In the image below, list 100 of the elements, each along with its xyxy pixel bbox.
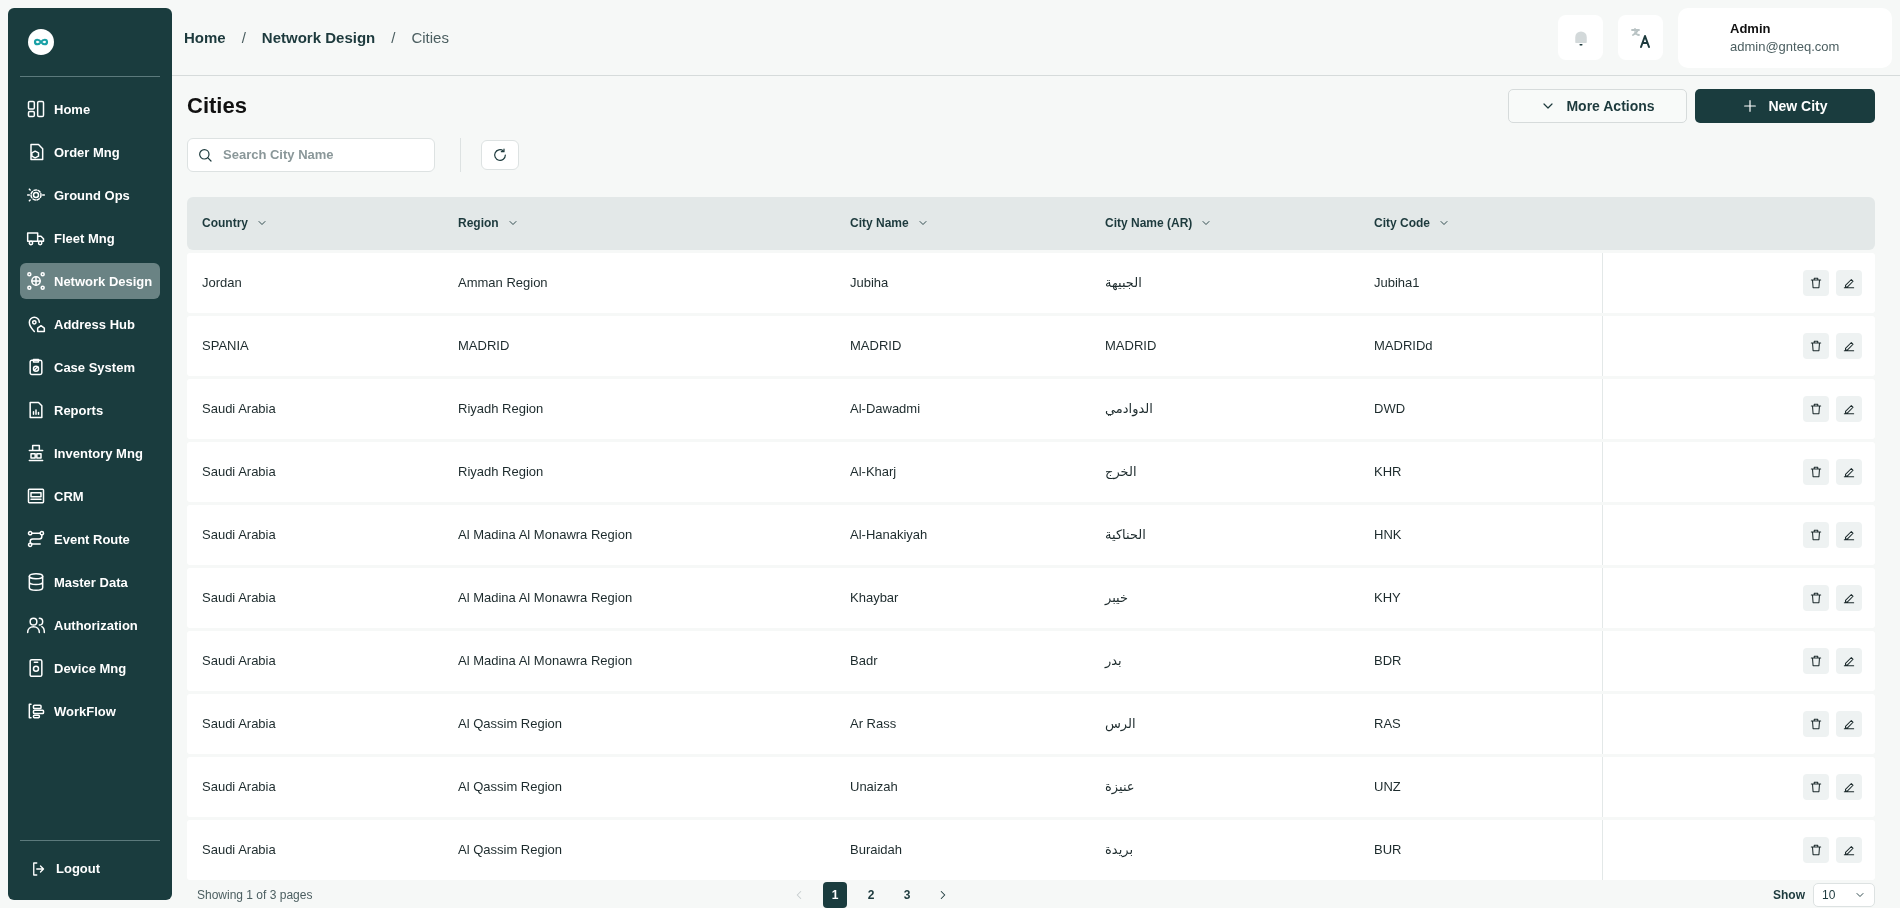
table-cell: UNZ — [1374, 779, 1401, 795]
breadcrumb-separator: / — [391, 29, 396, 46]
refresh-button[interactable] — [481, 139, 519, 170]
table-cell: KHY — [1374, 590, 1401, 606]
column-header[interactable]: Region — [458, 216, 499, 231]
workflow-icon — [26, 701, 46, 721]
edit-button[interactable] — [1836, 395, 1862, 422]
more-actions-button[interactable]: More Actions — [1508, 88, 1687, 123]
logout-button[interactable]: Logout — [30, 859, 101, 878]
delete-button[interactable] — [1803, 269, 1829, 296]
edit-button[interactable] — [1836, 773, 1862, 800]
delete-button[interactable] — [1803, 395, 1829, 422]
sidebar-item[interactable]: Device Mng — [20, 650, 160, 686]
table-cell: Al Madina Al Monawra Region — [458, 590, 633, 606]
sidebar-item[interactable]: Home — [20, 91, 160, 127]
table-cell: عنيزة — [1105, 779, 1135, 795]
sidebar-item[interactable]: Fleet Mng — [20, 220, 160, 256]
delete-button[interactable] — [1803, 710, 1829, 737]
column-header[interactable]: City Name (AR) — [1105, 216, 1193, 231]
edit-button[interactable] — [1836, 836, 1862, 863]
sidebar-item[interactable]: Authorization — [20, 607, 160, 643]
table-cell: Al Qassim Region — [458, 716, 563, 732]
table-cell: Al-Kharj — [850, 464, 897, 480]
table-cell: Saudi Arabia — [202, 653, 276, 669]
table-cell: Al Madina Al Monawra Region — [458, 653, 633, 669]
column-header[interactable]: Country — [202, 216, 248, 231]
edit-button[interactable] — [1836, 269, 1862, 296]
edit-button[interactable] — [1836, 710, 1862, 737]
location-pin-icon — [26, 314, 46, 334]
edit-button[interactable] — [1836, 332, 1862, 359]
delete-button[interactable] — [1803, 836, 1829, 863]
table-cell: خيبر — [1105, 590, 1129, 606]
network-icon — [26, 271, 46, 291]
clipboard-icon — [26, 357, 46, 377]
table-cell: Riyadh Region — [458, 464, 544, 480]
sidebar-item[interactable]: Address Hub — [20, 306, 160, 342]
delete-button[interactable] — [1803, 584, 1829, 611]
sidebar-item[interactable]: Inventory Mng — [20, 435, 160, 471]
breadcrumb-link[interactable]: Network Design — [261, 29, 376, 46]
table-cell: Buraidah — [850, 842, 903, 858]
search-field[interactable]: Search City Name — [187, 137, 435, 172]
delete-button[interactable] — [1803, 521, 1829, 548]
page-button[interactable]: 2 — [859, 881, 883, 908]
table-cell: Saudi Arabia — [202, 779, 276, 795]
table-cell: Al Qassim Region — [458, 779, 563, 795]
edit-button[interactable] — [1836, 647, 1862, 674]
column-header[interactable]: City Name — [850, 216, 909, 231]
sidebar-item[interactable]: Ground Ops — [20, 177, 160, 213]
table-cell: SPANIA — [202, 338, 249, 354]
sidebar-item[interactable]: Reports — [20, 392, 160, 428]
page-button[interactable]: 3 — [895, 881, 919, 908]
route-icon — [26, 529, 46, 549]
user-email: admin@gnteq.com — [1730, 39, 1841, 54]
layout-icon — [26, 99, 46, 119]
plus-icon — [1742, 97, 1759, 114]
table-cell: Saudi Arabia — [202, 527, 276, 543]
translate-icon — [1628, 25, 1653, 50]
edit-button[interactable] — [1836, 458, 1862, 485]
delete-button[interactable] — [1803, 458, 1829, 485]
table-cell: Jubiha — [850, 275, 889, 291]
sidebar-item[interactable]: Case System — [20, 349, 160, 385]
table-cell: BDR — [1374, 653, 1402, 669]
table-cell: BUR — [1374, 842, 1402, 858]
edit-button[interactable] — [1836, 521, 1862, 548]
edit-button[interactable] — [1836, 584, 1862, 611]
delete-button[interactable] — [1803, 647, 1829, 674]
new-city-button[interactable]: New City — [1695, 88, 1875, 123]
sidebar-item[interactable]: Network Design — [20, 263, 160, 299]
table-cell: الرس — [1105, 716, 1136, 732]
column-header[interactable]: City Code — [1374, 216, 1430, 231]
sidebar-item[interactable]: Order Mng — [20, 134, 160, 170]
table-cell: Riyadh Region — [458, 401, 544, 417]
table-cell: MADRID — [850, 338, 902, 354]
table-cell: Saudi Arabia — [202, 842, 276, 858]
trash-icon — [1809, 401, 1823, 416]
sidebar-item[interactable]: Event Route — [20, 521, 160, 557]
table-cell: RAS — [1374, 716, 1401, 732]
breadcrumb-separator: / — [241, 29, 246, 46]
breadcrumb-link[interactable]: Home — [184, 29, 226, 46]
page-button[interactable]: 1 — [823, 881, 847, 908]
trash-icon — [1809, 842, 1823, 857]
table-cell: Al-Hanakiyah — [850, 527, 928, 543]
language-button[interactable] — [1618, 15, 1663, 60]
table-cell: Amman Region — [458, 275, 548, 291]
table-cell: Saudi Arabia — [202, 464, 276, 480]
table-cell: Jubiha1 — [1374, 275, 1420, 291]
delete-button[interactable] — [1803, 332, 1829, 359]
page-size-select[interactable]: 10 — [1813, 882, 1875, 907]
table-cell: بدر — [1105, 653, 1122, 669]
table-cell: Khaybar — [850, 590, 899, 606]
table-cell: Al-Dawadmi — [850, 401, 921, 417]
sidebar-item[interactable]: CRM — [20, 478, 160, 514]
sidebar-item[interactable]: WorkFlow — [20, 693, 160, 729]
trash-icon — [1809, 338, 1823, 353]
device-icon — [26, 658, 46, 678]
table-cell: MADRID — [1105, 338, 1157, 354]
user-name: Admin — [1730, 21, 1772, 36]
sidebar-item[interactable]: Master Data — [20, 564, 160, 600]
delete-button[interactable] — [1803, 773, 1829, 800]
user-card[interactable]: Admin admin@gnteq.com — [1678, 7, 1892, 68]
